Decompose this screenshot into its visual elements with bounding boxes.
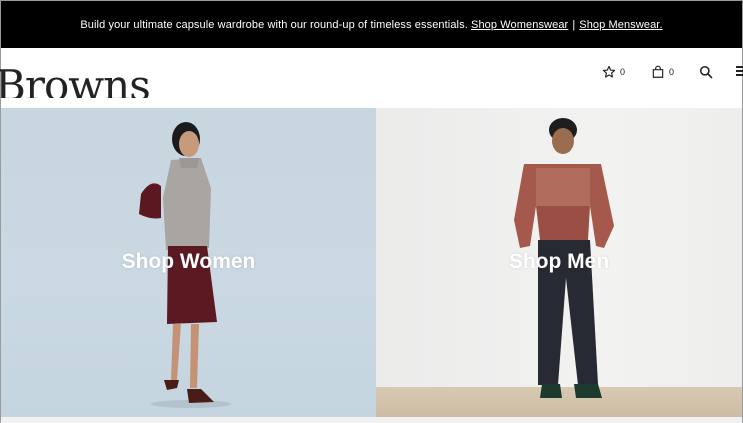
shop-men-label[interactable]: Shop Men [376,250,742,274]
promo-text: Build your ultimate capsule wardrobe wit… [80,18,468,31]
search-button[interactable] [699,65,713,79]
browns-logo[interactable]: Browns [0,50,150,98]
search-icon [699,65,713,79]
shop-women-label[interactable]: Shop Women [1,250,376,274]
star-icon [602,65,616,78]
bag-button[interactable]: 0 [651,65,674,79]
menu-button[interactable] [736,65,743,77]
shop-men-tile[interactable]: Shop Men [376,108,742,417]
wishlist-count: 0 [620,67,626,77]
shop-women-tile[interactable]: Shop Women [1,108,376,417]
menu-icon [736,66,743,76]
promo-banner: Build your ultimate capsule wardrobe wit… [1,1,742,48]
shop-menswear-link[interactable]: Shop Menswear. [579,19,662,31]
promo-separator: | [572,18,576,31]
site-header: Browns 0 0 [0,48,743,108]
shop-womenswear-link[interactable]: Shop Womenswear [471,19,568,31]
wishlist-button[interactable]: 0 [602,65,625,79]
bag-count: 0 [669,67,675,77]
next-section-strip [1,417,742,423]
bag-icon [652,65,664,78]
